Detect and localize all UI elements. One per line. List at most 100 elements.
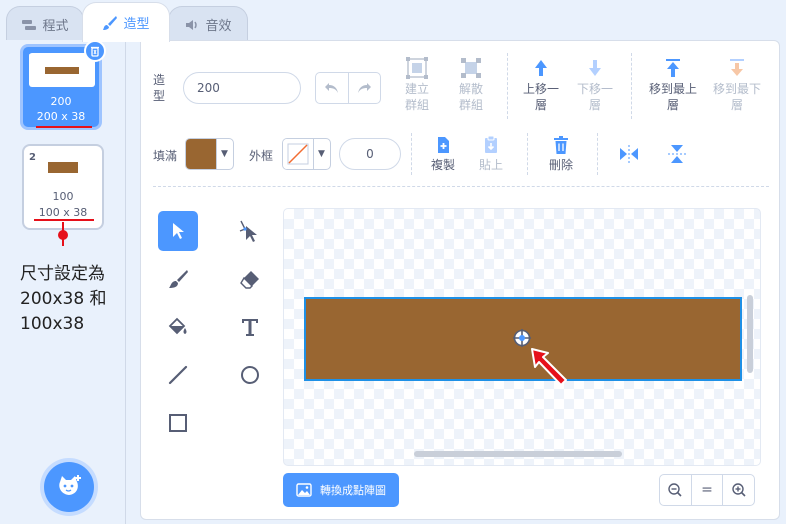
divider (507, 53, 508, 119)
delete-label: 刪除 (548, 158, 573, 172)
circle-tool[interactable] (230, 355, 270, 395)
fill-swatch (186, 139, 216, 169)
group-button[interactable]: 建立群組 (397, 57, 437, 113)
outline-label: 外框 (249, 149, 274, 163)
brush-tool[interactable] (158, 259, 198, 299)
fill-label: 填滿 (153, 149, 178, 163)
tab-costumes[interactable]: 造型 (82, 2, 170, 42)
zoom-in-button[interactable] (723, 475, 754, 505)
tab-sounds-label: 音效 (205, 19, 232, 34)
ungroup-button[interactable]: 解散群組 (451, 57, 491, 113)
zoom-out-button[interactable] (660, 475, 692, 505)
costume-item-1[interactable]: 1 200 200 x 38 (20, 40, 106, 130)
back-label: 移到最下層 (712, 82, 761, 112)
redo-button[interactable] (349, 73, 381, 103)
line-tool[interactable] (158, 355, 198, 395)
redo-icon (358, 83, 372, 93)
annotation-line: 100x38 (20, 314, 85, 334)
trash-icon (554, 136, 568, 154)
flip-horizontal-button[interactable] (617, 143, 641, 165)
bring-to-front-button[interactable]: 移到最上層 (645, 57, 701, 113)
zoom-out-icon (668, 483, 682, 497)
eraser-tool[interactable] (230, 259, 270, 299)
flip-vertical-icon (668, 145, 686, 163)
paint-bucket-icon (168, 317, 187, 335)
undo-button[interactable] (316, 73, 349, 103)
flip-vertical-button[interactable] (665, 143, 689, 165)
select-tool[interactable] (158, 211, 198, 251)
costume-name-input[interactable]: 200 (183, 72, 301, 104)
forward-button[interactable]: 上移一層 (521, 57, 561, 113)
no-color-swatch-icon (283, 139, 313, 169)
zoom-controls: = (659, 474, 755, 506)
arrow-up-icon (535, 60, 547, 76)
copy-button[interactable]: 複製 (423, 135, 463, 173)
group-icon (406, 57, 428, 79)
costume-name: 200 (50, 95, 72, 108)
convert-to-bitmap-button[interactable]: 轉換成點陣圖 (283, 473, 399, 507)
brush-icon (169, 270, 188, 288)
eraser-icon (240, 271, 259, 289)
divider (597, 133, 598, 175)
costume-size: 100 x 38 (38, 206, 88, 219)
rectangle-icon (169, 414, 187, 432)
fill-tool[interactable] (158, 307, 198, 347)
paste-icon (485, 135, 497, 153)
send-to-back-button[interactable]: 移到最下層 (709, 57, 765, 113)
vertical-scrollbar[interactable] (747, 295, 753, 373)
cat-add-icon (59, 475, 81, 495)
tab-code[interactable]: 程式 (6, 6, 84, 42)
copy-icon (438, 137, 449, 153)
rectangle-tool[interactable] (158, 403, 198, 443)
annotation-arrow-icon (531, 348, 567, 386)
costume-number: 2 (29, 152, 36, 163)
speaker-icon (184, 17, 200, 33)
flip-horizontal-icon (620, 145, 638, 163)
costume-name: 100 (52, 190, 74, 203)
zoom-reset-button[interactable]: = (692, 475, 724, 505)
divider (631, 53, 632, 119)
divider (527, 133, 528, 175)
paint-canvas[interactable] (283, 208, 761, 466)
paint-editor: 造型 200 建立群組 解散群組 上移一層 下移一層 移到最上層 移到最下層 填… (140, 40, 780, 520)
add-costume-button[interactable] (44, 462, 94, 512)
undo-icon (324, 83, 338, 93)
delete-costume-button[interactable] (84, 40, 106, 62)
group-label: 建立群組 (404, 82, 429, 112)
text-tool[interactable] (230, 307, 270, 347)
costume-thumbnail (30, 150, 96, 184)
paste-button[interactable]: 貼上 (471, 135, 511, 173)
tab-code-label: 程式 (42, 19, 69, 34)
annotation-text: 尺寸設定為 200x38 和 100x38 (20, 262, 120, 337)
fill-color-picker[interactable]: ▼ (185, 138, 234, 170)
tab-sounds[interactable]: 音效 (168, 6, 248, 42)
delete-button[interactable]: 刪除 (541, 135, 581, 173)
zoom-in-icon (731, 483, 746, 497)
outline-width-input[interactable]: 0 (339, 138, 401, 170)
annotation-underline (36, 126, 92, 128)
caret-down-icon: ▼ (313, 139, 329, 169)
circle-icon (241, 366, 259, 384)
code-icon (21, 17, 37, 33)
forward-label: 上移一層 (522, 82, 559, 112)
reshape-tool[interactable] (230, 211, 270, 251)
costume-thumbnail (29, 53, 95, 87)
horizontal-scrollbar[interactable] (414, 451, 622, 457)
costume-item-2[interactable]: 2 100 100 x 38 (22, 144, 104, 230)
costume-name-label: 造型 (153, 73, 166, 103)
caret-down-icon: ▼ (216, 139, 232, 169)
tab-costumes-label: 造型 (123, 17, 150, 32)
arrow-down-icon (589, 60, 601, 76)
ungroup-icon (461, 58, 481, 78)
annotation-underline (34, 219, 94, 221)
front-label: 移到最上層 (648, 82, 697, 112)
text-icon (242, 319, 258, 336)
annotation-line: 200x38 和 (20, 289, 107, 309)
line-icon (168, 365, 188, 385)
outline-color-picker[interactable]: ▼ (282, 138, 331, 170)
brush-icon (102, 15, 118, 31)
toolbar-divider (153, 186, 769, 187)
backward-label: 下移一層 (576, 82, 613, 112)
annotation-line: 尺寸設定為 (20, 264, 105, 284)
backward-button[interactable]: 下移一層 (575, 57, 615, 113)
